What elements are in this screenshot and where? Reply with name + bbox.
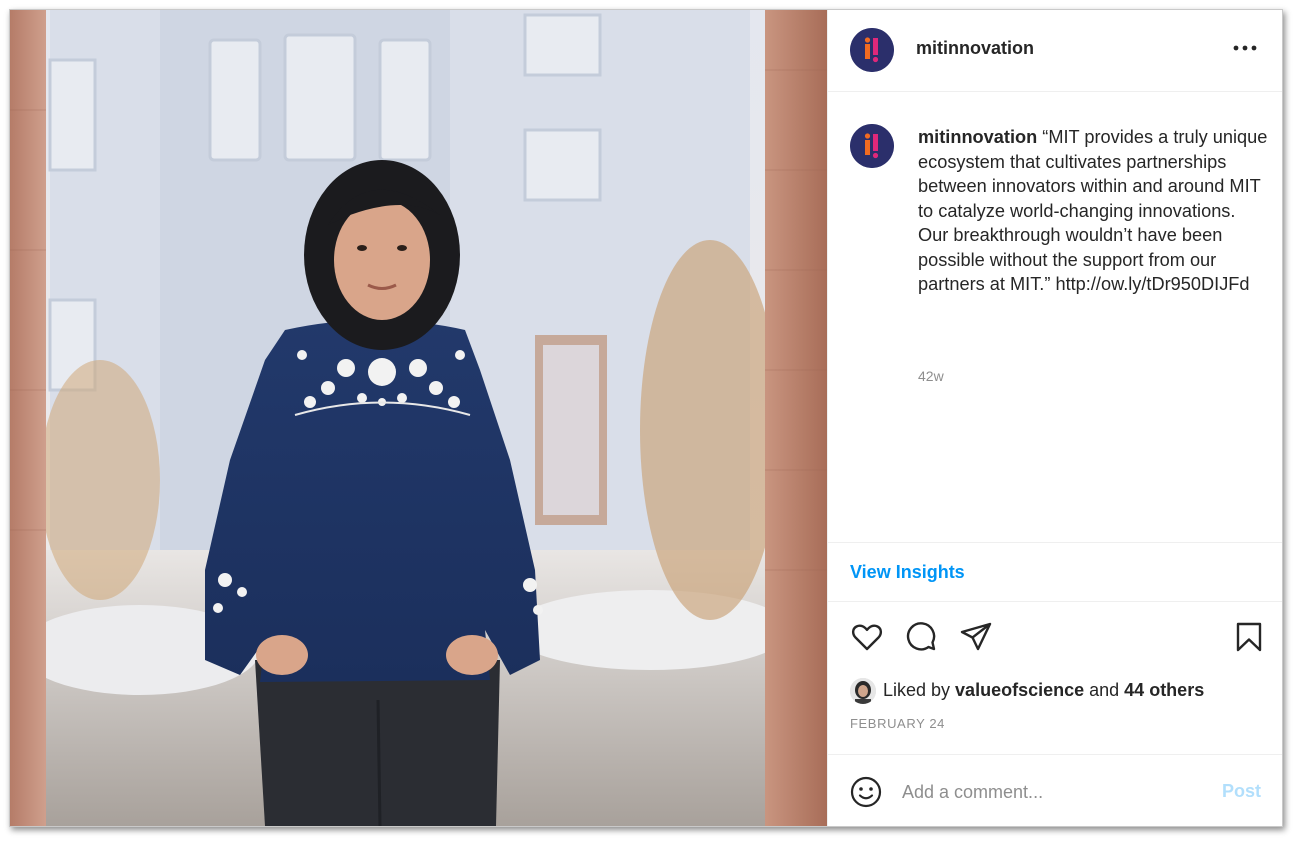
liker-avatar[interactable] — [850, 678, 876, 704]
comment-button[interactable] — [904, 620, 938, 654]
caption-section: mitinnovation “MIT provides a truly uniq… — [828, 92, 1282, 542]
liked-by-mid: and — [1084, 680, 1125, 700]
post-age[interactable]: 42w — [918, 368, 944, 384]
comment-composer: Post — [828, 754, 1282, 826]
liked-by-user[interactable]: valueofscience — [955, 680, 1084, 700]
mitinnovation-logo-icon — [850, 28, 894, 72]
emoji-icon — [850, 776, 882, 808]
more-options-button[interactable] — [1231, 36, 1259, 60]
caption-username[interactable]: mitinnovation — [918, 127, 1037, 147]
share-button[interactable] — [959, 620, 993, 654]
share-icon — [960, 622, 992, 651]
photo-illustration — [10, 10, 827, 826]
insights-row: View Insights — [828, 542, 1282, 602]
action-bar — [828, 602, 1282, 662]
caption-avatar[interactable] — [850, 124, 894, 168]
post-comment-button[interactable]: Post — [1222, 781, 1261, 802]
liked-by-others[interactable]: 44 others — [1124, 680, 1204, 700]
like-button[interactable] — [850, 620, 884, 654]
comment-icon — [906, 622, 936, 651]
emoji-button[interactable] — [850, 776, 882, 808]
view-insights-link[interactable]: View Insights — [850, 562, 965, 583]
save-button[interactable] — [1232, 620, 1266, 654]
account-username[interactable]: mitinnovation — [916, 38, 1034, 59]
liked-by-prefix: Liked by — [883, 680, 956, 700]
heart-icon — [851, 624, 883, 651]
post-caption: mitinnovation “MIT provides a truly uniq… — [918, 125, 1270, 297]
caption-text: “MIT provides a truly unique ecosystem t… — [918, 127, 1268, 294]
post-header: mitinnovation — [828, 10, 1282, 92]
comment-input[interactable] — [902, 775, 1202, 809]
instagram-post-window: mitinnovation mitinnovation “MIT provide… — [9, 9, 1283, 827]
post-photo[interactable] — [10, 10, 827, 826]
mitinnovation-logo-icon — [850, 124, 894, 168]
profile-photo-icon — [850, 678, 876, 704]
more-icon — [1233, 45, 1257, 51]
account-avatar[interactable] — [850, 28, 894, 72]
bookmark-icon — [1236, 622, 1262, 652]
post-date[interactable]: FEBRUARY 24 — [850, 716, 945, 731]
post-sidebar: mitinnovation mitinnovation “MIT provide… — [827, 10, 1282, 826]
